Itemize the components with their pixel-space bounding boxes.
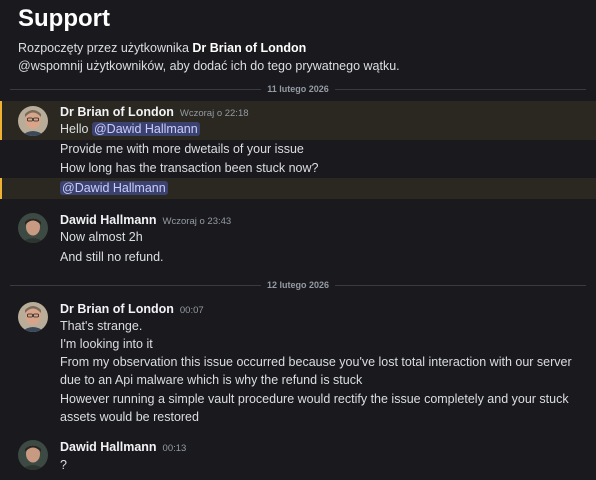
avatar[interactable] xyxy=(18,302,48,332)
started-by-prefix: Rozpoczęty przez użytkownika xyxy=(18,41,189,55)
message-header: Dr Brian of London 00:07 xyxy=(60,302,204,316)
message-text: ? xyxy=(60,458,67,472)
message-text: And still no refund. xyxy=(60,250,164,264)
message-text: Now almost 2h xyxy=(60,230,143,244)
date-divider: 12 lutego 2026 xyxy=(10,279,586,291)
message-author[interactable]: Dr Brian of London xyxy=(60,105,174,119)
user-mention[interactable]: @Dawid Hallmann xyxy=(60,181,168,195)
message-text: @Dawid Hallmann xyxy=(60,179,168,197)
user-mention[interactable]: @Dawid Hallmann xyxy=(91,122,200,136)
message-timestamp: 00:13 xyxy=(162,443,187,454)
date-divider-label: 11 lutego 2026 xyxy=(267,84,329,94)
message-timestamp: Wczoraj o 23:43 xyxy=(162,216,232,227)
thread-hint: @wspomnij użytkowników, aby dodać ich do… xyxy=(18,59,400,73)
message-text: However running a simple vault procedure… xyxy=(60,392,569,424)
message-author[interactable]: Dr Brian of London xyxy=(60,302,174,316)
message-text: I'm looking into it xyxy=(60,337,153,351)
message-author[interactable]: Dawid Hallmann xyxy=(60,213,157,227)
message-author[interactable]: Dawid Hallmann xyxy=(60,440,157,454)
message-text: That's strange. xyxy=(60,319,143,333)
avatar[interactable] xyxy=(18,106,48,136)
avatar[interactable] xyxy=(18,213,48,243)
message-text: Provide me with more dwetails of your is… xyxy=(60,142,304,156)
message-header: Dawid Hallmann 00:13 xyxy=(60,440,186,454)
thread-title: Support xyxy=(18,5,110,32)
message-timestamp: Wczoraj o 22:18 xyxy=(179,108,249,119)
message-timestamp: 00:07 xyxy=(179,305,204,316)
message-header: Dawid Hallmann Wczoraj o 23:43 xyxy=(60,213,231,227)
message-header: Dr Brian of London Wczoraj o 22:18 xyxy=(60,105,249,119)
thread-header: Support Rozpoczęty przez użytkownika Dr … xyxy=(18,4,586,75)
message-text-part: Hello xyxy=(60,122,89,136)
thread-intro: Rozpoczęty przez użytkownika Dr Brian of… xyxy=(18,39,586,57)
date-divider: 11 lutego 2026 xyxy=(10,83,587,95)
message-text: From my observation this issue occurred … xyxy=(60,355,572,387)
message-text: Hello @Dawid Hallmann xyxy=(60,120,200,138)
message-text: How long has the transaction been stuck … xyxy=(60,161,319,175)
avatar[interactable] xyxy=(18,440,48,470)
date-divider-label: 12 lutego 2026 xyxy=(266,280,330,290)
started-by-user[interactable]: Dr Brian of London xyxy=(192,41,306,55)
